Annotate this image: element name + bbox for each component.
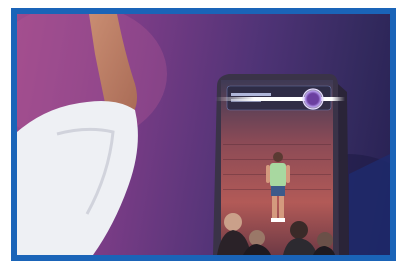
photo-frame bbox=[11, 8, 396, 261]
glowing-ring-icon bbox=[302, 88, 324, 110]
photo bbox=[17, 14, 390, 255]
light-streak bbox=[215, 97, 345, 101]
white-sleeve bbox=[17, 101, 138, 255]
device-edge bbox=[338, 84, 349, 255]
screen-text-line-1 bbox=[231, 93, 271, 96]
photo-scene bbox=[17, 14, 390, 255]
